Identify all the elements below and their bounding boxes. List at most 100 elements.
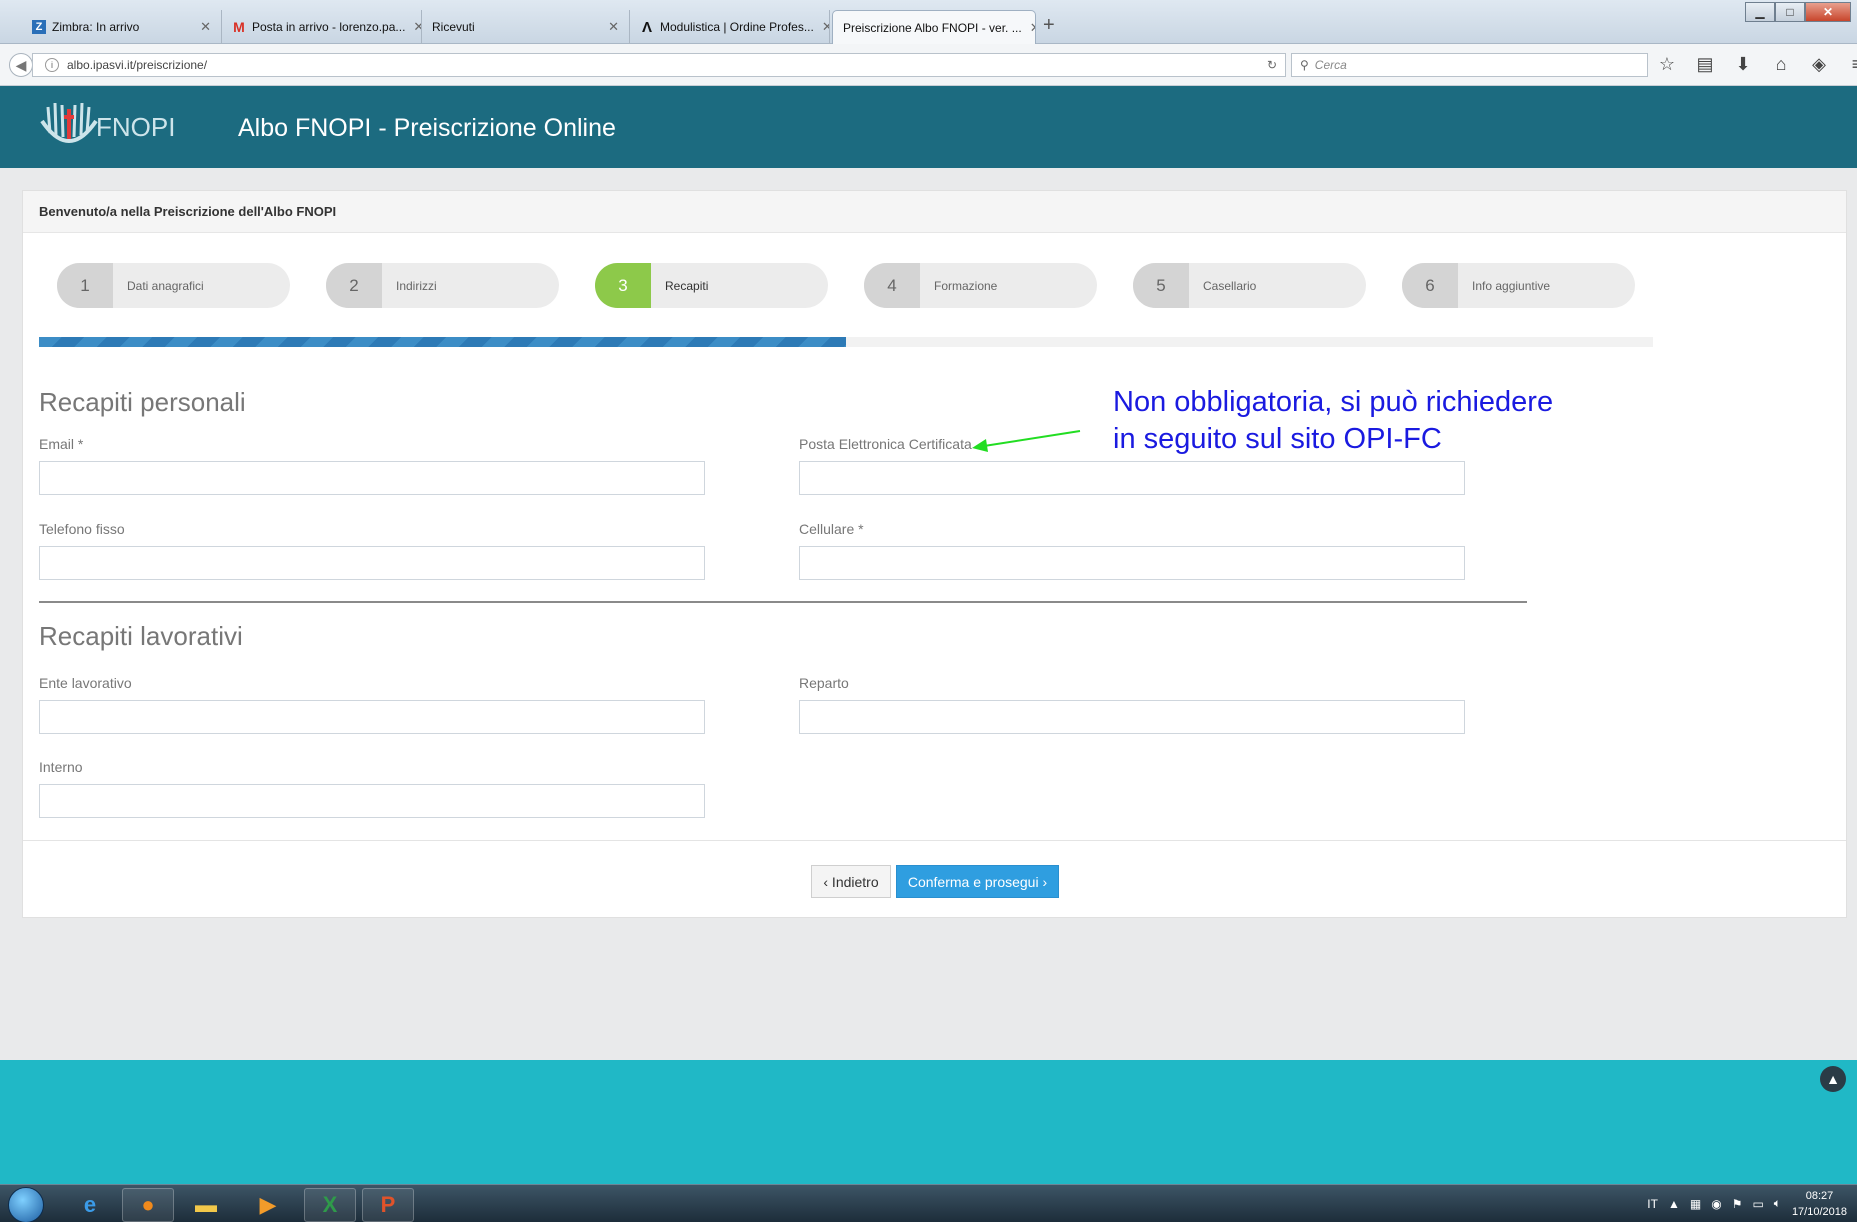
toolbar-icons: ☆ ▤ ⬇ ⌂ ◈ ≡ [1656, 54, 1857, 75]
action-center-flag-icon[interactable]: ⚑ [1732, 1197, 1743, 1211]
close-icon[interactable]: ✕ [405, 19, 421, 35]
address-bar[interactable]: i albo.ipasvi.it/preiscrizione/ ↻ [32, 53, 1286, 77]
clock[interactable]: 08:27 17/10/2018 [1792, 1188, 1847, 1220]
file-explorer-icon[interactable]: ▬ [180, 1188, 232, 1222]
fnopi-emblem-icon [40, 102, 98, 143]
step-dati-anagrafici[interactable]: 1 Dati anagrafici [57, 263, 290, 308]
annotation-line-1: Non obbligatoria, si può richiedere [1113, 386, 1554, 418]
tab-preiscrizione[interactable]: Preiscrizione Albo FNOPI - ver. ... ✕ [832, 10, 1036, 44]
new-tab-button[interactable]: + [1043, 14, 1055, 37]
site-header: FNOPI Albo FNOPI - Preiscrizione Online [0, 86, 1857, 168]
close-icon[interactable]: ✕ [814, 19, 829, 35]
card-heading: Benvenuto/a nella Preiscrizione dell'Alb… [23, 191, 1846, 233]
excel-icon[interactable]: X [304, 1188, 356, 1222]
email-label: Email * [39, 436, 84, 452]
step-info-aggiuntive[interactable]: 6 Info aggiuntive [1402, 263, 1635, 308]
step-recapiti[interactable]: 3 Recapiti [595, 263, 828, 308]
step-label: Info aggiuntive [1472, 278, 1551, 293]
menu-icon[interactable]: ≡ [1846, 54, 1857, 75]
phone-field[interactable] [39, 546, 705, 580]
fnopi-logo[interactable]: FNOPI [38, 96, 188, 158]
pec-field[interactable] [799, 461, 1465, 495]
tab-ricevuti[interactable]: Ricevuti ✕ [422, 10, 630, 44]
close-icon[interactable]: ✕ [1022, 20, 1035, 36]
tab-modulistica[interactable]: Λ Modulistica | Ordine Profes... ✕ [630, 10, 830, 44]
preregistration-card: Benvenuto/a nella Preiscrizione dell'Alb… [22, 190, 1847, 918]
reading-list-icon[interactable]: ▤ [1694, 54, 1716, 75]
step-label: Formazione [934, 278, 998, 293]
section-title-personal: Recapiti personali [39, 387, 246, 417]
wizard-steps: 1 Dati anagrafici 2 Indirizzi 3 Recapiti… [23, 263, 1846, 308]
powerpoint-icon[interactable]: P [362, 1188, 414, 1222]
search-icon: ⚲ [1300, 58, 1309, 72]
window-close-icon[interactable]: ✕ [1805, 2, 1851, 22]
tab-title: Ricevuti [432, 20, 475, 34]
step-label: Dati anagrafici [127, 278, 204, 293]
step-indirizzi[interactable]: 2 Indirizzi [326, 263, 559, 308]
progress-fill [39, 337, 846, 347]
taskbar: e ● ▬ ▶ X P IT ▲ ▦ ◉ ⚑ ▭ 🔈︎ 08:27 17/10/… [0, 1184, 1857, 1222]
reload-icon[interactable]: ↻ [1267, 58, 1277, 72]
network-icon[interactable]: ▦ [1690, 1197, 1701, 1211]
info-icon[interactable]: i [45, 58, 59, 72]
step-number: 5 [1133, 263, 1189, 308]
zimbra-icon: Z [32, 20, 46, 34]
back-arrow-icon[interactable]: ◀ [9, 53, 33, 77]
extension-field[interactable] [39, 784, 705, 818]
display-icon[interactable]: ▭ [1752, 1197, 1763, 1211]
step-label: Casellario [1203, 278, 1257, 293]
email-field[interactable] [39, 461, 705, 495]
language-indicator[interactable]: IT [1647, 1197, 1658, 1211]
start-button[interactable] [8, 1187, 44, 1222]
department-field[interactable] [799, 700, 1465, 734]
step-label: Recapiti [665, 278, 709, 293]
minimize-icon[interactable]: ▁ [1745, 2, 1775, 22]
step-number: 1 [57, 263, 113, 308]
back-button[interactable]: ‹ Indietro [811, 865, 891, 898]
site-footer [0, 1060, 1857, 1184]
step-formazione[interactable]: 4 Formazione [864, 263, 1097, 308]
extension-label: Interno [39, 759, 83, 775]
step-number: 6 [1402, 263, 1458, 308]
employer-field[interactable] [39, 700, 705, 734]
home-icon[interactable]: ⌂ [1770, 54, 1792, 75]
internet-explorer-icon[interactable]: e [64, 1188, 116, 1222]
scroll-to-top-icon[interactable]: ▲ [1820, 1066, 1846, 1092]
browser-tab-bar: Z Zimbra: In arrivo ✕ M Posta in arrivo … [0, 0, 1857, 44]
clock-time: 08:27 [1805, 1190, 1834, 1202]
form-footer-separator [23, 840, 1846, 841]
clock-date: 17/10/2018 [1791, 1206, 1847, 1218]
system-tray: IT ▲ ▦ ◉ ⚑ ▭ 🔈︎ [1647, 1196, 1781, 1211]
annotation-arrow-icon [972, 430, 1081, 452]
logo-text: FNOPI [96, 111, 176, 142]
tab-title: Preiscrizione Albo FNOPI - ver. ... [843, 20, 1022, 35]
progress-bar [39, 337, 1653, 347]
media-player-icon[interactable]: ▶ [242, 1188, 294, 1222]
download-icon[interactable]: ⬇ [1732, 54, 1754, 75]
section-title-work: Recapiti lavorativi [39, 621, 243, 651]
close-icon[interactable]: ✕ [600, 19, 619, 35]
update-icon[interactable]: ◉ [1711, 1197, 1721, 1211]
step-casellario[interactable]: 5 Casellario [1133, 263, 1366, 308]
tab-title: Posta in arrivo - lorenzo.pa... [252, 20, 406, 34]
maximize-icon[interactable]: □ [1775, 2, 1805, 22]
mobile-field[interactable] [799, 546, 1465, 580]
lambda-icon: Λ [641, 18, 652, 36]
tab-zimbra[interactable]: Z Zimbra: In arrivo ✕ [22, 10, 222, 44]
section-divider [39, 601, 1527, 603]
tab-gmail[interactable]: M Posta in arrivo - lorenzo.pa... ✕ [222, 10, 422, 44]
tab-title: Zimbra: In arrivo [52, 20, 140, 34]
window-controls: ▁ □ ✕ [1745, 2, 1851, 22]
search-input[interactable]: ⚲ Cerca [1291, 53, 1648, 77]
step-label: Indirizzi [396, 278, 437, 293]
url-text: albo.ipasvi.it/preiscrizione/ [67, 58, 208, 72]
volume-icon[interactable]: 🔈︎ [1774, 1196, 1781, 1211]
department-label: Reparto [799, 675, 849, 691]
bookmark-star-icon[interactable]: ☆ [1656, 54, 1678, 75]
close-icon[interactable]: ✕ [192, 19, 211, 35]
confirm-continue-button[interactable]: Conferma e prosegui › [896, 865, 1059, 898]
firefox-icon[interactable]: ● [122, 1188, 174, 1222]
tray-expand-icon[interactable]: ▲ [1668, 1197, 1680, 1211]
pocket-icon[interactable]: ◈ [1808, 54, 1830, 75]
pec-label: Posta Elettronica Certificata [799, 436, 972, 452]
